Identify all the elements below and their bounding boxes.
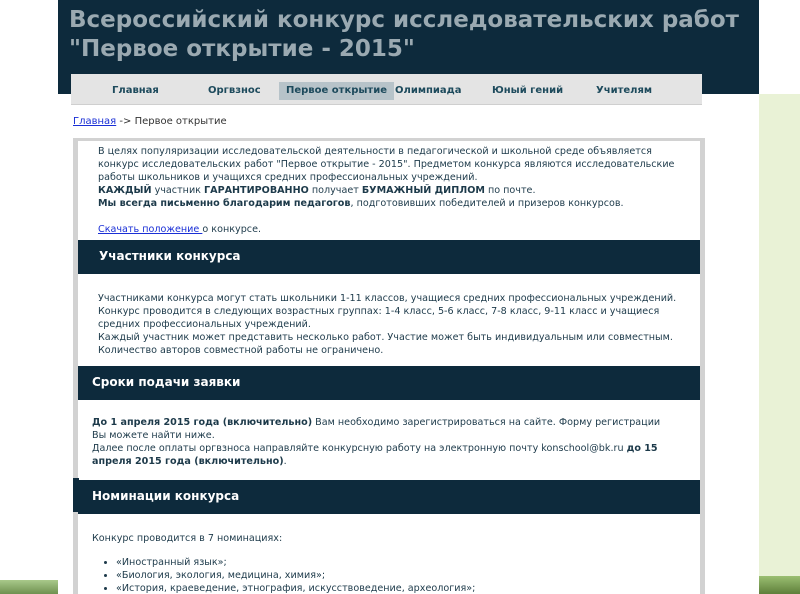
- grass-decoration: [759, 576, 800, 594]
- nomination-item: «История, краеведение, этнография, искус…: [116, 582, 475, 594]
- deadlines-p2-text: Далее после оплаты оргвзноса направляйте…: [92, 443, 627, 454]
- nav-item-first-discovery[interactable]: Первое открытие: [279, 82, 395, 100]
- nomination-item: «Иностранный язык»;: [116, 556, 475, 569]
- thanks-text: , подготовивших победителей и призеров к…: [350, 198, 624, 209]
- left-background: [0, 0, 58, 594]
- nav-item-olympiad[interactable]: Олимпиада: [388, 82, 469, 100]
- main-nav: Главная Оргвзнос Первое открытие Олимпиа…: [71, 74, 702, 105]
- participants-heading-band: Участники конкурса: [78, 240, 700, 274]
- nav-item-home[interactable]: Главная: [105, 82, 166, 100]
- diploma-text-1: участник: [151, 185, 205, 196]
- participants-heading: Участники конкурса: [99, 249, 241, 263]
- nav-item-young-genius[interactable]: Юный гений: [485, 82, 570, 100]
- nav-item-teachers[interactable]: Учителям: [589, 82, 659, 100]
- diploma-text-2: получает: [308, 185, 362, 196]
- thanks-bold: Мы всегда письменно благодарим педагогов: [98, 198, 351, 209]
- participants-p1: Участниками конкурса могут стать школьни…: [98, 293, 677, 304]
- nomination-item: «Биология, экология, медицина, химия»;: [116, 569, 475, 582]
- download-rest-text: о конкурсе.: [202, 224, 262, 235]
- site-title: Всероссийский конкурс исследовательских …: [69, 7, 739, 62]
- deadlines-p2-end: .: [283, 456, 287, 467]
- deadline-date-1: До 1 апреля 2015 года (включительно): [92, 417, 313, 428]
- breadcrumb-home-link[interactable]: Главная: [73, 116, 116, 127]
- download-regulation-link[interactable]: Скачать положение: [98, 224, 202, 235]
- nominations-heading: Номинации конкурса: [92, 489, 240, 503]
- nav-item-fee[interactable]: Оргвзнос: [201, 82, 268, 100]
- right-background: [759, 0, 800, 594]
- deadlines-p2: Далее после оплаты оргвзноса направляйте…: [92, 442, 682, 468]
- content-area: В целях популяризации исследовательской …: [78, 141, 700, 594]
- deadlines-heading-band: Сроки подачи заявки: [78, 366, 700, 400]
- deadlines-p1: До 1 апреля 2015 года (включительно) Вам…: [92, 416, 677, 442]
- deadlines-heading: Сроки подачи заявки: [92, 375, 241, 389]
- breadcrumb-current: Первое открытие: [134, 116, 227, 127]
- download-line: Скачать положение о конкурсе.: [98, 223, 683, 236]
- diploma-note: КАЖДЫЙ участник ГАРАНТИРОВАННО получает …: [98, 184, 683, 197]
- intro-paragraph: В целях популяризации исследовательской …: [98, 146, 675, 183]
- nominations-list: «Иностранный язык»; «Биология, экология,…: [102, 556, 475, 594]
- nominations-intro: Конкурс проводится в 7 номинациях:: [92, 533, 283, 544]
- guaranteed-bold: ГАРАНТИРОВАННО: [204, 185, 309, 196]
- content-frame: В целях популяризации исследовательской …: [73, 138, 705, 594]
- band-extension: [73, 478, 79, 512]
- breadcrumb: Главная -> Первое открытие: [73, 116, 227, 127]
- nominations-heading-band: Номинации конкурса: [78, 480, 700, 514]
- breadcrumb-separator: ->: [116, 116, 135, 127]
- diploma-text-3: по почте.: [484, 185, 536, 196]
- participants-p2: Конкурс проводится в следующих возрастны…: [98, 306, 660, 330]
- thanks-note: Мы всегда письменно благодарим педагогов…: [98, 197, 683, 210]
- grass-decoration: [0, 580, 58, 594]
- participants-p3: Каждый участник может представить нескол…: [98, 332, 673, 356]
- every-bold: КАЖДЫЙ: [98, 185, 152, 196]
- paper-diploma-bold: БУМАЖНЫЙ ДИПЛОМ: [361, 185, 485, 196]
